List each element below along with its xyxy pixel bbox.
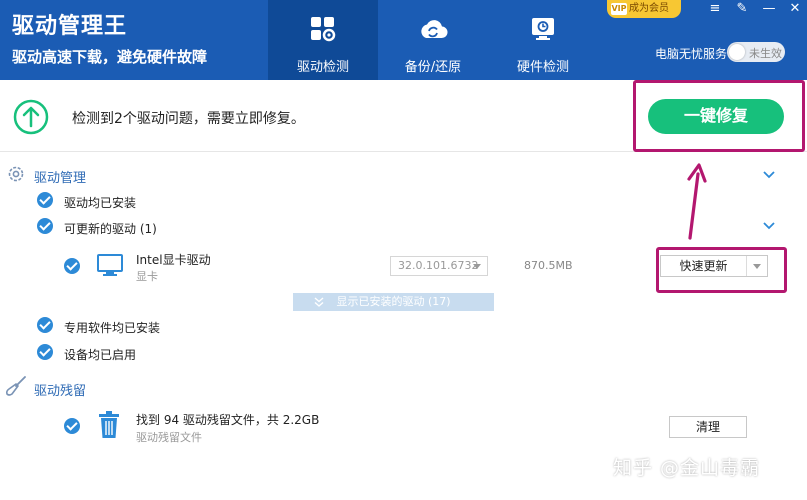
driver-category: 显卡 — [136, 270, 158, 283]
app-title: 驱动管理王 — [12, 14, 128, 39]
one-click-fix-button[interactable]: 一键修复 — [648, 99, 784, 134]
monitor-check-icon — [532, 18, 554, 40]
check-icon — [37, 344, 53, 360]
tab-label: 备份/还原 — [404, 60, 462, 75]
show-installed-label: 显示已安装的驱动 (17) — [336, 295, 451, 308]
version-value: 32.0.101.6732 — [398, 259, 479, 272]
broom-icon — [5, 376, 26, 396]
service-label: 电脑无忧服务 — [655, 47, 728, 61]
check-icon[interactable] — [64, 258, 80, 274]
driver-size: 870.5MB — [524, 259, 573, 272]
check-icon — [37, 218, 53, 234]
vip-label: 成为会员 — [629, 3, 669, 14]
monitor-icon — [97, 254, 123, 276]
grid-gear-icon — [311, 17, 336, 42]
tab-driver-detection[interactable]: 驱动检测 — [268, 0, 378, 80]
dropdown-arrow-icon — [473, 264, 481, 269]
close-icon[interactable]: ✕ — [786, 0, 804, 18]
menu-icon[interactable]: ≡ — [706, 0, 724, 18]
alert-message: 检测到2个驱动问题，需要立即修复。 — [72, 111, 305, 127]
clean-button[interactable]: 清理 — [669, 416, 747, 438]
updatable-drivers-text: 可更新的驱动 (1) — [64, 222, 157, 236]
vip-icon: VIP — [611, 3, 627, 15]
trash-icon — [99, 411, 119, 438]
version-select[interactable]: 32.0.101.6732 — [390, 256, 488, 276]
quick-update-split-button: 快速更新 — [660, 255, 768, 277]
watermark: 知乎 @金山毒霸 — [613, 457, 761, 479]
devices-enabled-text: 设备均已启用 — [64, 348, 137, 362]
tab-backup-restore[interactable]: 备份/还原 — [378, 0, 488, 80]
service-toggle[interactable]: 未生效 — [727, 42, 785, 62]
annotation-arrow — [687, 163, 707, 240]
app-subtitle: 驱动高速下载，避免硬件故障 — [12, 48, 208, 66]
residue-found-text: 找到 94 驱动残留文件，共 2.2GB — [136, 413, 320, 427]
cloud-sync-icon — [421, 20, 448, 39]
drivers-installed-text: 驱动均已安装 — [64, 196, 137, 210]
app-header: 驱动管理王 驱动高速下载，避免硬件故障 驱动检测 备份/还原 硬件检测 VIP … — [0, 0, 807, 80]
double-chevron-down-icon — [314, 297, 324, 307]
toggle-state: 未生效 — [749, 47, 782, 60]
quick-update-button[interactable]: 快速更新 — [661, 256, 747, 276]
gear-icon — [8, 166, 24, 182]
quick-update-dropdown-icon[interactable] — [747, 256, 767, 276]
skin-icon[interactable]: ✎ — [733, 0, 751, 18]
software-installed-text: 专用软件均已安装 — [64, 321, 161, 335]
chevron-down-icon[interactable] — [762, 170, 776, 180]
driver-name: Intel显卡驱动 — [136, 253, 211, 267]
tab-label: 驱动检测 — [296, 60, 349, 75]
section-title-driver-management: 驱动管理 — [34, 171, 87, 186]
tab-hardware-detection[interactable]: 硬件检测 — [488, 0, 598, 80]
arrow-up-circle-icon — [13, 99, 49, 135]
section-title-driver-residue: 驱动残留 — [34, 384, 87, 399]
check-icon[interactable] — [64, 418, 80, 434]
toggle-knob — [729, 44, 745, 60]
tab-label: 硬件检测 — [516, 60, 569, 75]
brand: 驱动管理王 驱动高速下载，避免硬件故障 — [12, 8, 207, 67]
minimize-icon[interactable]: — — [760, 0, 778, 18]
show-installed-drivers-button[interactable]: 显示已安装的驱动 (17) — [293, 293, 494, 311]
vip-badge[interactable]: VIP 成为会员 — [607, 0, 681, 18]
check-icon — [37, 192, 53, 208]
chevron-down-icon[interactable] — [762, 221, 776, 231]
residue-sub-text: 驱动残留文件 — [136, 431, 202, 444]
check-icon — [37, 317, 53, 333]
